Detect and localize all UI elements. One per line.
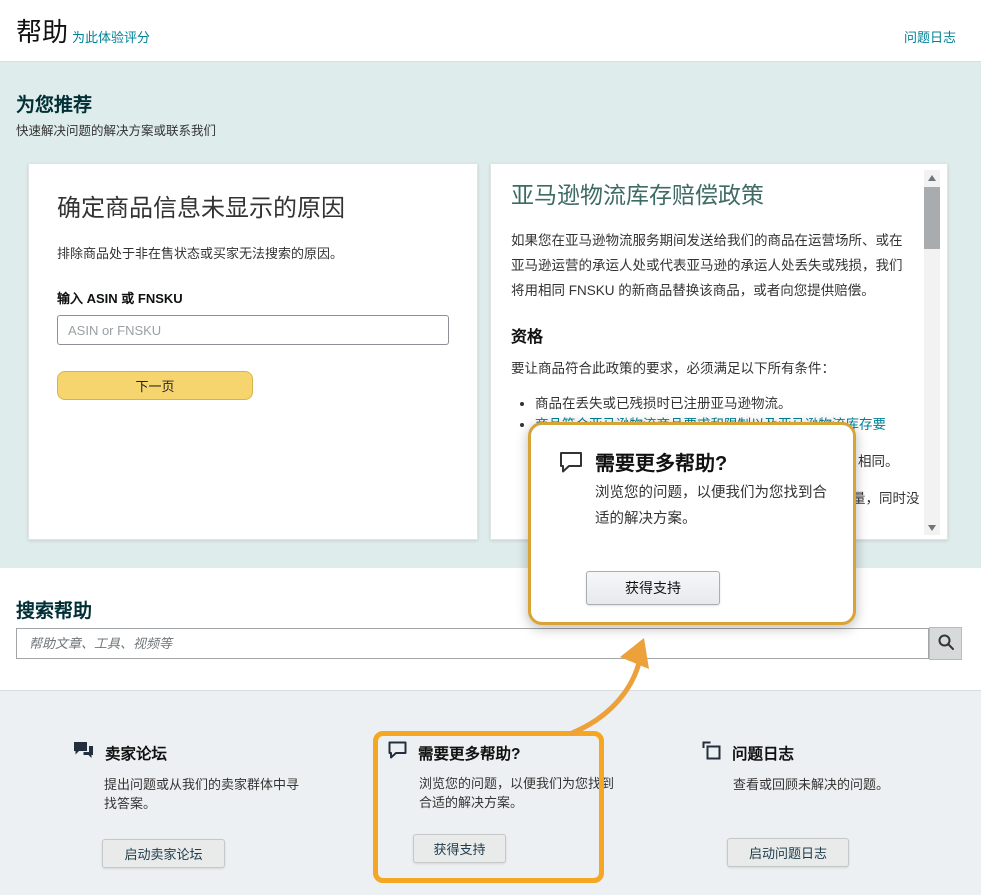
more-help-description: 浏览您的问题，以便我们为您找到合适的解决方案。	[419, 774, 619, 812]
get-support-footer-button[interactable]: 获得支持	[413, 834, 506, 863]
launch-seller-forums-button[interactable]: 启动卖家论坛	[102, 839, 225, 868]
case-log-link[interactable]: 问题日志	[904, 27, 956, 46]
more-help-title: 需要更多帮助?	[418, 742, 520, 764]
recommended-subheading: 快速解决问题的解决方案或联系我们	[16, 120, 216, 139]
search-button[interactable]	[929, 627, 962, 660]
asin-input-label: 输入 ASIN 或 FNSKU	[57, 288, 449, 307]
listing-card-description: 排除商品处于非在售状态或买家无法搜索的原因。	[57, 243, 449, 262]
case-log-block: 问题日志 查看或回顾未解决的问题。	[702, 741, 942, 794]
seller-forums-description: 提出问题或从我们的卖家群体中寻找答案。	[104, 775, 304, 813]
listing-card-title: 确定商品信息未显示的原因	[57, 188, 449, 223]
scrollbar-thumb[interactable]	[924, 187, 940, 249]
get-support-button[interactable]: 获得支持	[586, 571, 720, 605]
seller-forums-title: 卖家论坛	[105, 742, 167, 764]
obscured-text-fragment: 相同。	[858, 450, 899, 470]
copy-pages-icon	[702, 741, 721, 765]
speech-bubbles-icon	[73, 741, 94, 765]
search-icon	[937, 639, 955, 654]
help-page: 帮助 为此体验评分 问题日志 为您推荐 快速解决问题的解决方案或联系我们 确定商…	[0, 0, 981, 895]
policy-intro-text: 如果您在亚马逊物流服务期间发送给我们的商品在运营场所、或在亚马逊运营的承运人处或…	[511, 228, 915, 303]
listing-issue-card: 确定商品信息未显示的原因 排除商品处于非在售状态或买家无法搜索的原因。 输入 A…	[28, 163, 478, 540]
speech-bubble-icon	[559, 451, 583, 478]
speech-bubble-icon	[388, 741, 407, 764]
search-help-heading: 搜索帮助	[16, 596, 92, 623]
card-scrollbar[interactable]	[924, 170, 940, 535]
scroll-down-arrow-icon[interactable]	[924, 520, 940, 535]
policy-card-title: 亚马逊物流库存赔偿政策	[511, 176, 901, 210]
asin-input[interactable]	[57, 315, 449, 345]
page-title: 帮助	[16, 12, 68, 49]
obscured-text-fragment: 量，同时没	[852, 487, 920, 507]
eligibility-heading: 资格	[511, 323, 901, 347]
case-log-description: 查看或回顾未解决的问题。	[733, 775, 933, 794]
seller-forums-block: 卖家论坛 提出问题或从我们的卖家群体中寻找答案。	[73, 741, 313, 813]
footer-links-section: 卖家论坛 提出问题或从我们的卖家群体中寻找答案。 需要更多帮助? 浏览您的问题，…	[0, 690, 981, 895]
recommended-heading: 为您推荐	[16, 90, 92, 117]
popup-title: 需要更多帮助?	[595, 447, 727, 476]
case-log-title: 问题日志	[732, 742, 794, 764]
next-page-button[interactable]: 下一页	[57, 371, 253, 400]
rate-experience-link[interactable]: 为此体验评分	[72, 27, 150, 46]
scroll-up-arrow-icon[interactable]	[924, 170, 940, 185]
more-help-block: 需要更多帮助? 浏览您的问题，以便我们为您找到合适的解决方案。	[388, 741, 593, 812]
launch-case-log-button[interactable]: 启动问题日志	[727, 838, 849, 867]
eligibility-intro: 要让商品符合此政策的要求，必须满足以下所有条件：	[511, 359, 901, 379]
help-search-input[interactable]	[16, 628, 929, 659]
page-header: 帮助 为此体验评分 问题日志	[0, 0, 981, 62]
eligibility-item: 商品在丢失或已残损时已注册亚马逊物流。	[535, 393, 925, 414]
popup-body-text: 浏览您的问题，以便我们为您找到合适的解决方案。	[595, 480, 835, 532]
need-more-help-popup: 需要更多帮助? 浏览您的问题，以便我们为您找到合适的解决方案。 获得支持	[528, 422, 856, 625]
